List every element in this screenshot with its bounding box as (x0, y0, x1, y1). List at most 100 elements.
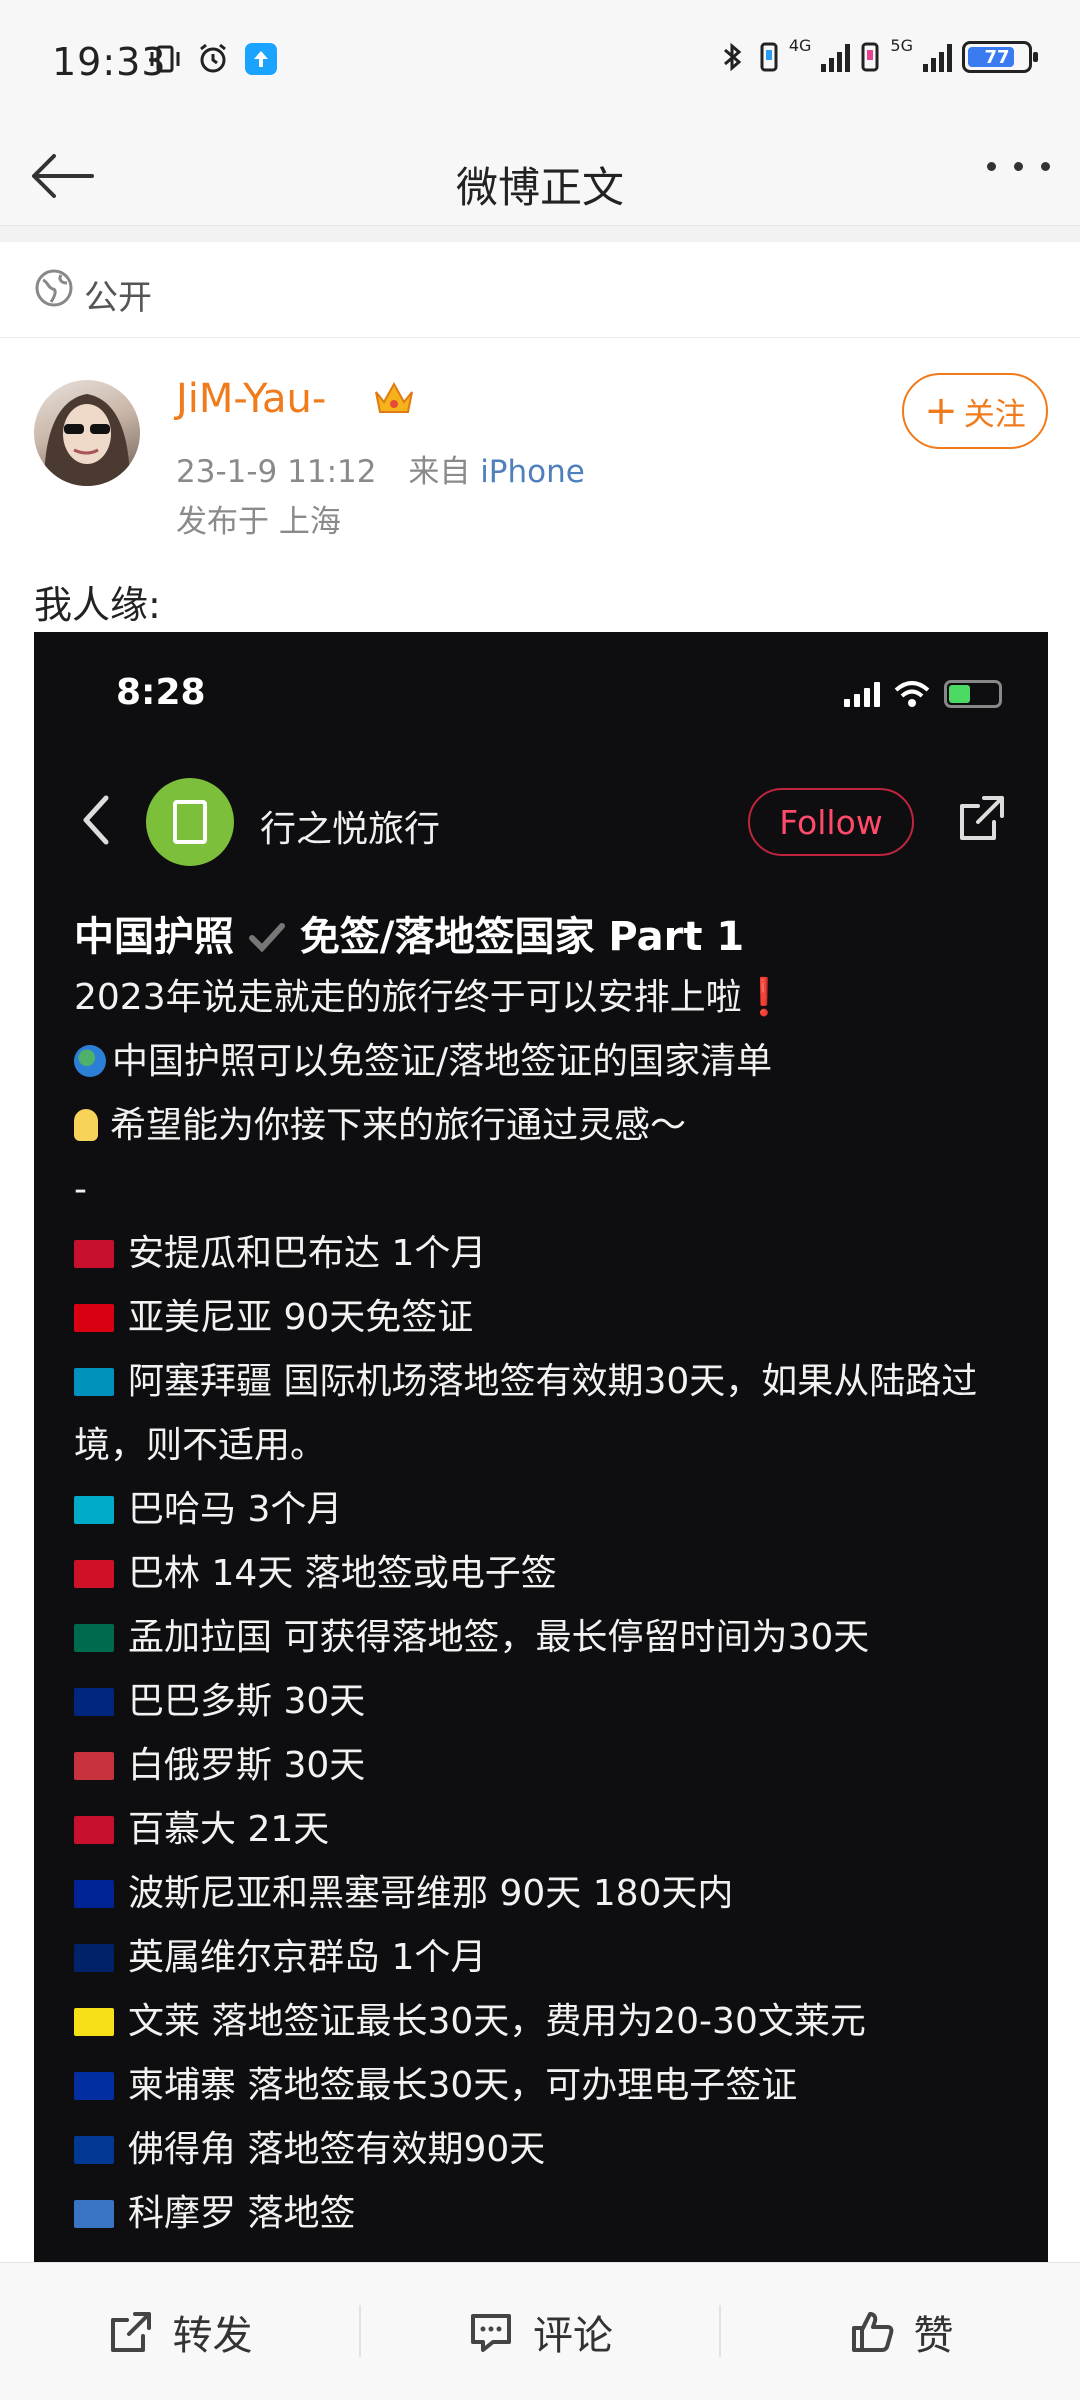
country-flag-icon (74, 1304, 114, 1332)
image-body-line: 巴哈马 3个月 (74, 1478, 1024, 1542)
image-body-line: 波斯尼亚和黑塞哥维那 90天 180天内 (74, 1862, 1024, 1926)
plus-icon: + (924, 388, 958, 434)
bluetooth-icon (723, 42, 742, 72)
post-source[interactable]: iPhone (480, 454, 585, 490)
image-body-line: 百慕大 21天 (74, 1798, 1024, 1862)
country-flag-icon (74, 2136, 114, 2164)
divider (0, 226, 1080, 242)
lightbulb-emoji-icon (74, 1109, 98, 1141)
image-body-text: 阿塞拜疆 国际机场落地签有效期30天，如果从陆路过境，则不适用。 (74, 1361, 978, 1466)
battery-icon: 77 (962, 41, 1038, 73)
image-body-text: 科摩罗 落地签 (128, 2193, 356, 2234)
image-body-text: 亚美尼亚 90天免签证 (128, 1297, 474, 1338)
country-flag-icon (74, 2200, 114, 2228)
alarm-icon (200, 43, 226, 73)
post-image[interactable]: 8:28 行之悦旅行 Follow 中国护照 免签/落地签国家 Part 1 2… (34, 632, 1048, 2262)
image-status-icons (844, 680, 1002, 708)
image-account-logo (146, 778, 234, 866)
repost-label: 转发 (172, 2313, 253, 2359)
post-date: 23-1-9 11:12 (176, 454, 377, 490)
image-body-text: - (74, 1169, 87, 1210)
comment-label: 评论 (533, 2313, 613, 2359)
image-back-icon (83, 795, 109, 845)
more-options-icon[interactable] (987, 162, 1050, 171)
signal-2-icon (923, 42, 952, 72)
image-body-text: 佛得角 落地签有效期90天 (128, 2129, 546, 2170)
country-flag-icon (74, 1880, 114, 1908)
image-body-line: 阿塞拜疆 国际机场落地签有效期30天，如果从陆路过境，则不适用。 (74, 1350, 1024, 1478)
image-body-line: 希望能为你接下来的旅行通过灵感～ (74, 1094, 1024, 1158)
avatar[interactable] (34, 380, 140, 486)
country-flag-icon (74, 2008, 114, 2036)
image-body-text: 孟加拉国 可获得落地签，最长停留时间为30天 (128, 1617, 870, 1658)
source-prefix: 来自 (408, 454, 471, 490)
country-flag-icon (74, 1624, 114, 1652)
image-body-text: 波斯尼亚和黑塞哥维那 90天 180天内 (128, 1873, 734, 1914)
vibrate-icon (150, 45, 180, 73)
image-body-line: 英属维尔京群岛 1个月 (74, 1926, 1024, 1990)
image-body-text: 巴哈马 3个月 (128, 1489, 343, 1530)
status-icons-left (148, 42, 278, 76)
country-flag-icon (74, 1368, 114, 1396)
image-body-line: 白俄罗斯 30天 (74, 1734, 1024, 1798)
like-button[interactable]: 赞 (721, 2263, 1080, 2400)
image-body-line: 中国护照可以免签证/落地签证的国家清单 (74, 1030, 1024, 1094)
image-body-text: 2023年说走就走的旅行终于可以安排上啦❗ (74, 977, 787, 1018)
image-follow-button: Follow (748, 788, 914, 856)
country-flag-icon (74, 1688, 114, 1716)
image-body-text: 中国护照可以免签证/落地签证的国家清单 (112, 1041, 773, 1082)
comment-icon (471, 2314, 511, 2352)
repost-icon (110, 2312, 151, 2352)
image-body-line: 佛得角 落地签有效期90天 (74, 2118, 1024, 2182)
status-bar: 19:33 4G 5G 77 (0, 0, 1080, 126)
post-meta: 23-1-9 11:12 来自 iPhone (176, 446, 585, 491)
image-post-body: 2023年说走就走的旅行终于可以安排上啦❗ 中国护照可以免签证/落地签证的国家清单… (74, 966, 1024, 2246)
thumbs-up-icon (851, 2312, 893, 2352)
country-flag-icon (74, 1496, 114, 1524)
image-body-text: 英属维尔京群岛 1个月 (128, 1937, 487, 1978)
visibility-label: 公开 (84, 278, 152, 318)
image-body-line: 孟加拉国 可获得落地签，最长停留时间为30天 (74, 1606, 1024, 1670)
sim-card-icon (760, 42, 778, 72)
image-body-line: 科摩罗 落地签 (74, 2182, 1024, 2246)
image-body-line: 安提瓜和巴布达 1个月 (74, 1222, 1024, 1286)
upload-app-icon (245, 43, 277, 75)
image-share-icon (960, 796, 1004, 840)
crown-badge-icon (375, 381, 413, 413)
author-name[interactable]: JiM-Yau- (176, 376, 326, 422)
country-flag-icon (74, 1560, 114, 1588)
avatar-image (44, 394, 130, 486)
earth-emoji-icon (74, 1045, 106, 1077)
comment-button[interactable]: 评论 (361, 2263, 719, 2400)
image-body-line: - (74, 1158, 1024, 1222)
post-location: 发布于 上海 (176, 504, 341, 540)
image-body-line: 柬埔寨 落地签最长30天，可办理电子签证 (74, 2054, 1024, 2118)
image-body-text: 希望能为你接下来的旅行通过灵感～ (110, 1105, 687, 1146)
like-label: 赞 (913, 2313, 954, 2359)
image-account-name: 行之悦旅行 (260, 809, 441, 850)
image-post-title: 中国护照 免签/落地签国家 Part 1 (74, 914, 745, 960)
image-body-line: 文莱 落地签证最长30天，费用为20-30文莱元 (74, 1990, 1024, 2054)
checkmark-icon (248, 923, 285, 953)
country-flag-icon (74, 1944, 114, 1972)
country-flag-icon (74, 1816, 114, 1844)
signal-icon (821, 42, 851, 72)
network-type-1: 4G (788, 35, 812, 55)
repost-button[interactable]: 转发 (0, 2263, 359, 2400)
image-body-text: 巴巴多斯 30天 (128, 1681, 366, 1722)
image-battery-icon (944, 680, 1002, 708)
image-body-text: 百慕大 21天 (128, 1809, 330, 1850)
image-body-line: 2023年说走就走的旅行终于可以安排上啦❗ (74, 966, 1024, 1030)
image-status-time: 8:28 (116, 672, 206, 713)
battery-level: 77 (984, 46, 1010, 68)
country-flag-icon (74, 1752, 114, 1780)
image-signal-icon (844, 681, 880, 707)
image-body-text: 柬埔寨 落地签最长30天，可办理电子签证 (128, 2065, 798, 2106)
image-body-text: 白俄罗斯 30天 (128, 1745, 366, 1786)
sim-card-2-icon (861, 42, 879, 72)
image-body-text: 巴林 14天 落地签或电子签 (128, 1553, 557, 1594)
country-flag-icon (74, 1240, 114, 1268)
follow-button[interactable]: + 关注 (902, 373, 1048, 449)
network-type-2: 5G (890, 35, 913, 55)
status-icons-right: 4G 5G 77 (715, 36, 1038, 74)
